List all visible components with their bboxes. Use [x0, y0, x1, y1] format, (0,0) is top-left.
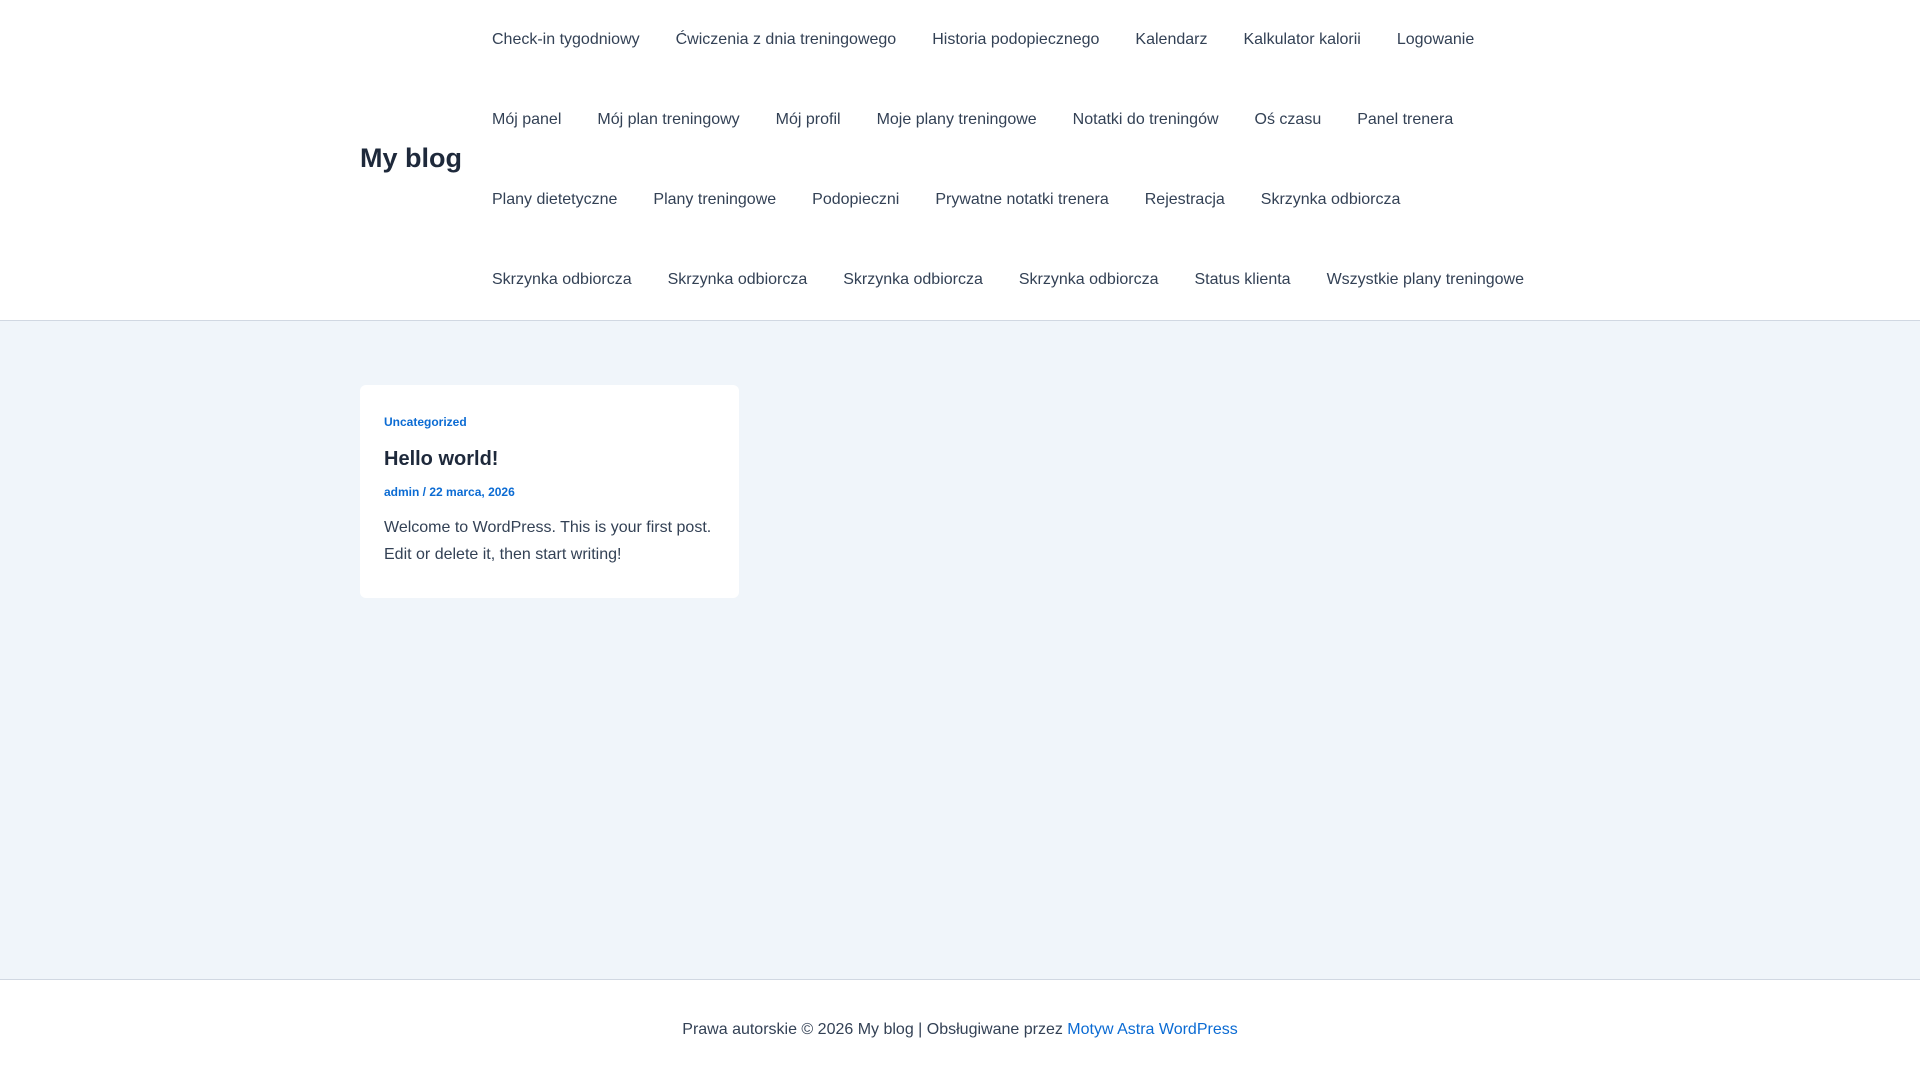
nav-item[interactable]: Skrzynka odbiorcza	[650, 271, 826, 289]
nav-item[interactable]: Mój profil	[758, 111, 859, 129]
nav-item[interactable]: Moje plany treningowe	[859, 111, 1055, 129]
nav-item[interactable]: Wszystkie plany treningowe	[1309, 271, 1542, 289]
nav-item[interactable]: Kalkulator kalorii	[1225, 31, 1378, 49]
nav-item[interactable]: Logowanie	[1379, 31, 1492, 49]
nav-item[interactable]: Check-in tygodniowy	[474, 31, 658, 49]
nav-item[interactable]: Skrzynka odbiorcza	[825, 271, 1001, 289]
site-title[interactable]: My blog	[360, 143, 462, 174]
nav-row: Plany dietetyczne Plany treningowe Podopie…	[474, 160, 1574, 240]
nav-item[interactable]: Plany dietetyczne	[474, 191, 635, 209]
nav-item[interactable]: Mój plan treningowy	[579, 111, 757, 129]
nav-item[interactable]: Skrzynka odbiorcza	[1001, 271, 1177, 289]
post-card: Uncategorized Hello world! admin / 22 ma…	[360, 385, 739, 598]
post-date-link[interactable]: 22 marca, 2026	[429, 485, 514, 499]
post-category-link[interactable]: Uncategorized	[384, 415, 715, 429]
main-navigation: Check-in tygodniowy Ćwiczenia z dnia tren…	[474, 0, 1574, 320]
nav-item[interactable]: Prywatne notatki trenera	[917, 191, 1126, 209]
nav-item[interactable]: Status klienta	[1177, 271, 1309, 289]
post-excerpt: Welcome to WordPress. This is your first…	[384, 519, 712, 563]
nav-row: Mój panel Mój plan treningowy Mój profil Mo…	[474, 80, 1574, 160]
nav-item[interactable]: Skrzynka odbiorcza	[1243, 191, 1419, 209]
nav-item[interactable]: Panel trenera	[1339, 111, 1471, 129]
meta-separator: /	[419, 485, 430, 499]
post-meta: admin / 22 marca, 2026	[384, 485, 715, 499]
nav-item[interactable]: Kalendarz	[1117, 31, 1225, 49]
site-footer: Prawa autorskie © 2026 My blog | Obsługi…	[0, 979, 1920, 1080]
nav-item[interactable]: Podopieczni	[794, 191, 917, 209]
post-title-link[interactable]: Hello world!	[384, 448, 715, 471]
copyright-text: Prawa autorskie © 2026 My blog | Obsługi…	[682, 1021, 1068, 1038]
site-header: My blog Check-in tygodniowy Ćwiczenia z d…	[0, 0, 1920, 321]
nav-row: Skrzynka odbiorcza Skrzynka odbiorcza Skrz…	[474, 240, 1574, 320]
nav-item[interactable]: Skrzynka odbiorcza	[474, 271, 650, 289]
post-author-link[interactable]: admin	[384, 485, 419, 499]
theme-link[interactable]: Motyw Astra WordPress	[1067, 1021, 1237, 1038]
nav-row: Check-in tygodniowy Ćwiczenia z dnia tren…	[474, 0, 1574, 80]
nav-item[interactable]: Mój panel	[474, 111, 579, 129]
nav-item[interactable]: Oś czasu	[1237, 111, 1340, 129]
nav-item[interactable]: Plany treningowe	[635, 191, 794, 209]
nav-item[interactable]: Historia podopiecznego	[914, 31, 1117, 49]
nav-item[interactable]: Ćwiczenia z dnia treningowego	[658, 31, 915, 49]
nav-item[interactable]: Rejestracja	[1127, 191, 1243, 209]
nav-item[interactable]: Notatki do treningów	[1055, 111, 1237, 129]
